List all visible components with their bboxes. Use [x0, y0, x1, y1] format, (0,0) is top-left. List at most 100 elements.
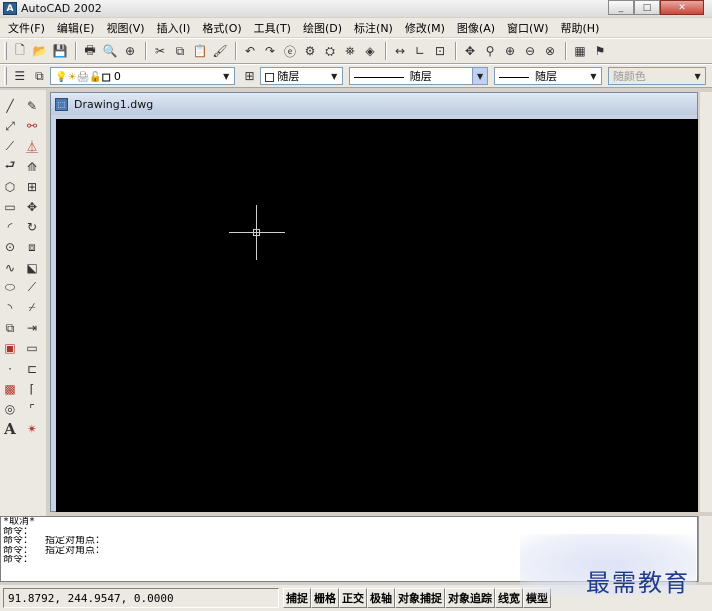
- polygon-shape-icon[interactable]: ⬡: [1, 177, 19, 197]
- chevron-down-icon[interactable]: ▼: [327, 68, 342, 84]
- layer-dropdown[interactable]: 💡☀🖨🔓■ 0 ▼: [50, 67, 235, 85]
- minimize-button[interactable]: _: [608, 0, 634, 15]
- print-icon[interactable]: 🖶: [81, 42, 99, 60]
- properties-icon[interactable]: ▦: [571, 42, 589, 60]
- rectangle-icon[interactable]: ▭: [1, 197, 19, 217]
- new-icon[interactable]: 🗋: [11, 42, 29, 60]
- chevron-down-icon[interactable]: ▼: [586, 68, 601, 84]
- maximize-button[interactable]: □: [634, 0, 660, 15]
- hyperlink-icon[interactable]: ⓔ: [281, 42, 299, 60]
- status-toggle-button[interactable]: 对象捕捉: [395, 588, 445, 608]
- stretch-icon[interactable]: ⬕: [23, 258, 41, 278]
- trim-icon[interactable]: ⌿: [23, 298, 41, 318]
- drawing-window-titlebar[interactable]: ⬚ Drawing1.dwg: [51, 93, 697, 115]
- drawing-canvas[interactable]: [56, 119, 698, 512]
- make-object-layer-current-icon[interactable]: ⊞: [241, 67, 259, 85]
- menu-item[interactable]: 插入(I): [151, 20, 197, 36]
- close-button[interactable]: ✕: [660, 0, 704, 15]
- object-snap-icon[interactable]: ⚙: [301, 42, 319, 60]
- construction-line-icon[interactable]: ⤢: [1, 116, 19, 136]
- zoom-previous-icon[interactable]: ⊖: [521, 42, 539, 60]
- insert-block-icon[interactable]: ⧉: [1, 318, 19, 338]
- hatch-icon[interactable]: ▩: [1, 379, 19, 399]
- point-icon[interactable]: ·: [1, 358, 19, 378]
- menu-item[interactable]: 修改(M): [399, 20, 451, 36]
- erase-icon[interactable]: ✎: [23, 96, 41, 116]
- break-at-point-icon[interactable]: ⊏: [23, 358, 41, 378]
- distance-icon[interactable]: ↔: [391, 42, 409, 60]
- polygon-icon[interactable]: ⮐: [1, 157, 19, 177]
- undo-icon[interactable]: ↶: [241, 42, 259, 60]
- make-block-icon[interactable]: ▣: [1, 338, 19, 358]
- status-toggle-button[interactable]: 正交: [339, 588, 367, 608]
- break-icon[interactable]: ▭: [23, 338, 41, 358]
- coordinate-readout[interactable]: 91.8792, 244.9547, 0.0000: [3, 588, 279, 608]
- print-preview-icon[interactable]: 🔍: [101, 42, 119, 60]
- move-icon[interactable]: ✥: [23, 197, 41, 217]
- multiline-text-icon[interactable]: A: [1, 419, 19, 439]
- menu-item[interactable]: 编辑(E): [51, 20, 101, 36]
- menu-item[interactable]: 帮助(H): [555, 20, 606, 36]
- redo-icon[interactable]: ↷: [261, 42, 279, 60]
- color-dropdown[interactable]: 随层 ▼: [260, 67, 343, 85]
- menu-item[interactable]: 标注(N): [348, 20, 399, 36]
- cut-icon[interactable]: ✂: [151, 42, 169, 60]
- save-icon[interactable]: 💾: [51, 42, 69, 60]
- arc-icon[interactable]: ◜: [1, 217, 19, 237]
- menu-item[interactable]: 工具(T): [248, 20, 297, 36]
- zoom-extents-icon[interactable]: ⊗: [541, 42, 559, 60]
- zoom-window-icon[interactable]: ⊕: [501, 42, 519, 60]
- menu-item[interactable]: 视图(V): [100, 20, 150, 36]
- ucs-icon[interactable]: ⛭: [321, 42, 339, 60]
- zoom-realtime-icon[interactable]: ⚲: [481, 42, 499, 60]
- mirror-icon[interactable]: ⏅: [23, 136, 41, 156]
- match-properties-icon[interactable]: 🖌: [211, 42, 229, 60]
- menu-item[interactable]: 格式(O): [196, 20, 247, 36]
- named-views-icon[interactable]: ⛯: [341, 42, 359, 60]
- explode-icon[interactable]: ✴: [23, 419, 41, 439]
- menu-item[interactable]: 绘图(D): [297, 20, 348, 36]
- viewpoint-icon[interactable]: ◈: [361, 42, 379, 60]
- ucs-axis-icon[interactable]: ∟: [411, 42, 429, 60]
- array-icon[interactable]: ⊞: [23, 177, 41, 197]
- scale-icon[interactable]: ⧈: [23, 237, 41, 257]
- extend-icon[interactable]: ⇥: [23, 318, 41, 338]
- menu-item[interactable]: 文件(F): [2, 20, 51, 36]
- status-toggle-button[interactable]: 对象追踪: [445, 588, 495, 608]
- status-toggle-button[interactable]: 极轴: [367, 588, 395, 608]
- status-toggle-button[interactable]: 捕捉: [283, 588, 311, 608]
- region-icon[interactable]: ◎: [1, 399, 19, 419]
- chevron-down-icon[interactable]: ▼: [219, 68, 234, 84]
- status-toggle-button[interactable]: 栅格: [311, 588, 339, 608]
- copy-icon[interactable]: ⧉: [171, 42, 189, 60]
- lineweight-dropdown[interactable]: 随层 ▼: [494, 67, 602, 85]
- menu-item[interactable]: 图像(A): [451, 20, 501, 36]
- design-center-icon[interactable]: ⚑: [591, 42, 609, 60]
- layer-previous-icon[interactable]: ⧉: [31, 67, 49, 85]
- linetype-dropdown[interactable]: 随层 ▼: [348, 67, 489, 85]
- status-toggle-button[interactable]: 线宽: [495, 588, 523, 608]
- layer-manager-icon[interactable]: ☰: [11, 67, 29, 85]
- ellipse-arc-icon[interactable]: ◝: [1, 298, 19, 318]
- autocad-app-icon[interactable]: A: [3, 2, 17, 15]
- line-icon[interactable]: ╱: [1, 96, 19, 116]
- menu-item[interactable]: 窗口(W): [501, 20, 554, 36]
- rotate-icon[interactable]: ↻: [23, 217, 41, 237]
- publish-icon[interactable]: ⊕: [121, 42, 139, 60]
- command-scrollbar[interactable]: [698, 516, 712, 582]
- spline-icon[interactable]: ∿: [1, 258, 19, 278]
- open-icon[interactable]: 📂: [31, 42, 49, 60]
- ellipse-icon[interactable]: ⬭: [1, 278, 19, 298]
- chamfer-icon[interactable]: ⌈: [23, 379, 41, 399]
- fillet-icon[interactable]: ⌜: [23, 399, 41, 419]
- copy-object-icon[interactable]: ⚯: [23, 116, 41, 136]
- polyline-icon[interactable]: ⟋: [1, 136, 19, 156]
- drawing-file-icon[interactable]: ⬚: [55, 97, 68, 111]
- chevron-down-icon[interactable]: ▼: [472, 68, 488, 84]
- toolbar-grip[interactable]: [4, 42, 7, 60]
- toolbar-grip[interactable]: [4, 67, 7, 85]
- lengthen-icon[interactable]: ⟋: [23, 278, 41, 298]
- aerial-view-icon[interactable]: ⊡: [431, 42, 449, 60]
- pan-icon[interactable]: ✥: [461, 42, 479, 60]
- offset-icon[interactable]: ⟰: [23, 157, 41, 177]
